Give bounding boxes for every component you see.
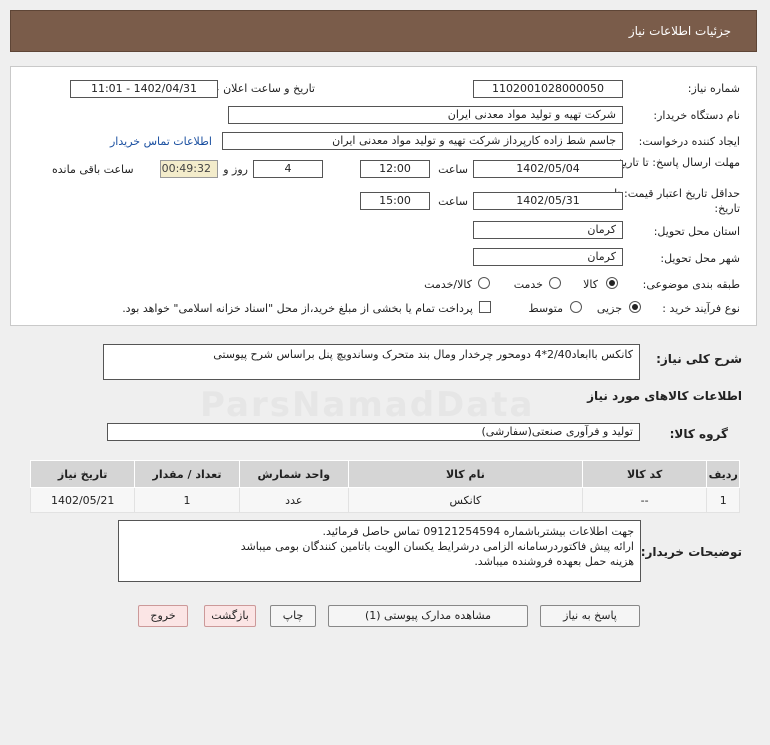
col-date-header: تاریخ نیاز bbox=[29, 460, 136, 488]
treasury-payment-note: پرداخت تمام یا بخشی از مبلغ خرید،از محل … bbox=[122, 302, 473, 315]
process-label: نوع فرآیند خرید : bbox=[662, 302, 740, 315]
col-unit-header: واحد شمارش bbox=[238, 460, 349, 488]
category-service-label: خدمت bbox=[513, 278, 543, 291]
goods-group-label: گروه کالا: bbox=[669, 427, 728, 441]
col-qty-header: تعداد / مقدار bbox=[134, 460, 240, 488]
page-title: جزئیات اطلاعات نیاز bbox=[10, 10, 757, 52]
remaining-label: ساعت باقی مانده bbox=[52, 163, 134, 176]
treasury-payment-checkbox[interactable] bbox=[479, 301, 491, 313]
category-label: طبقه بندی موضوعی: bbox=[642, 278, 740, 291]
requester-label: ایجاد کننده درخواست: bbox=[638, 135, 740, 148]
province-label: استان محل تحویل: bbox=[653, 225, 740, 238]
days-label: روز و bbox=[223, 163, 248, 176]
buyer-notes-field: جهت اطلاعات بیشترباشماره 09121254594 تما… bbox=[118, 520, 641, 582]
remaining-timer: 00:49:32 bbox=[160, 160, 218, 178]
province-field: کرمان bbox=[473, 221, 623, 239]
watermark: ParsNamadData bbox=[200, 385, 535, 425]
city-label: شهر محل تحویل: bbox=[660, 252, 740, 265]
days-field: 4 bbox=[253, 160, 323, 178]
validity-date-field: 1402/05/31 bbox=[473, 192, 623, 210]
print-button[interactable]: چاپ bbox=[270, 605, 316, 627]
buyer-org-field: شرکت تهیه و تولید مواد معدنی ایران bbox=[228, 106, 623, 124]
deadline-time-label: ساعت bbox=[438, 163, 468, 176]
cell-date: 1402/05/21 bbox=[29, 487, 136, 513]
process-medium-radio[interactable] bbox=[570, 301, 582, 313]
exit-button[interactable]: خروج bbox=[138, 605, 188, 627]
city-field: کرمان bbox=[473, 248, 623, 266]
requester-field: جاسم شط زاده کارپرداز شرکت تهیه و تولید … bbox=[222, 132, 623, 150]
buyer-contact-link[interactable]: اطلاعات تماس خریدار bbox=[110, 135, 212, 148]
view-attachments-button[interactable]: مشاهده مدارک پیوستی (1) bbox=[328, 605, 528, 627]
buyer-notes-label: توضیحات خریدار: bbox=[640, 545, 742, 559]
reply-button[interactable]: پاسخ به نیاز bbox=[540, 605, 640, 627]
process-medium-label: متوسط bbox=[528, 302, 563, 315]
validity-time-field: 15:00 bbox=[360, 192, 430, 210]
summary-label: شرح کلی نیاز: bbox=[656, 352, 742, 366]
col-code-header: کد کالا bbox=[581, 460, 708, 488]
category-goods-radio[interactable] bbox=[606, 277, 618, 289]
deadline-label: مهلت ارسال پاسخ: تا تاریخ: bbox=[613, 156, 740, 169]
buyer-notes-line: هزینه حمل بعهده فروشنده میباشد. bbox=[474, 555, 634, 568]
table-header-row: ردیف کد کالا نام کالا واحد شمارش تعداد /… bbox=[29, 460, 740, 488]
col-name-header: نام کالا bbox=[347, 460, 583, 488]
process-minor-label: جزیی bbox=[596, 302, 622, 315]
need-number-field: 1102001028000050 bbox=[473, 80, 623, 98]
cell-qty: 1 bbox=[134, 487, 240, 513]
validity-time-label: ساعت bbox=[438, 195, 468, 208]
validity-label: حداقل تاریخ اعتبار قیمت: تا تاریخ: bbox=[614, 187, 740, 215]
category-goods-label: کالا bbox=[583, 278, 598, 291]
summary-field: کانکس باابعاد2/40*4 دومحور چرخدار ومال ب… bbox=[103, 344, 640, 380]
process-minor-radio[interactable] bbox=[629, 301, 641, 313]
table-row: 1 -- کانکس عدد 1 1402/05/21 bbox=[29, 487, 740, 513]
announce-field: 1402/04/31 - 11:01 bbox=[70, 80, 218, 98]
need-number-label: شماره نیاز: bbox=[687, 82, 740, 95]
back-button[interactable]: بازگشت bbox=[204, 605, 256, 627]
cell-row: 1 bbox=[706, 487, 740, 513]
deadline-time-field: 12:00 bbox=[360, 160, 430, 178]
col-row-header: ردیف bbox=[706, 460, 740, 488]
buyer-org-label: نام دستگاه خریدار: bbox=[653, 109, 740, 122]
items-table: ردیف کد کالا نام کالا واحد شمارش تعداد /… bbox=[29, 460, 740, 513]
deadline-date-field: 1402/05/04 bbox=[473, 160, 623, 178]
goods-info-title: اطلاعات کالاهای مورد نیاز bbox=[587, 389, 742, 403]
cell-name: کانکس bbox=[347, 487, 583, 513]
category-service-radio[interactable] bbox=[549, 277, 561, 289]
category-both-label: کالا/خدمت bbox=[424, 278, 472, 291]
goods-group-field: تولید و فرآوری صنعتی(سفارشی) bbox=[107, 423, 640, 441]
cell-unit: عدد bbox=[238, 487, 349, 513]
cell-code: -- bbox=[581, 487, 708, 513]
buyer-notes-line: ارائه پیش فاکتوردرسامانه الزامی درشرایط … bbox=[240, 540, 634, 553]
category-both-radio[interactable] bbox=[478, 277, 490, 289]
buyer-notes-line: جهت اطلاعات بیشترباشماره 09121254594 تما… bbox=[322, 525, 634, 538]
